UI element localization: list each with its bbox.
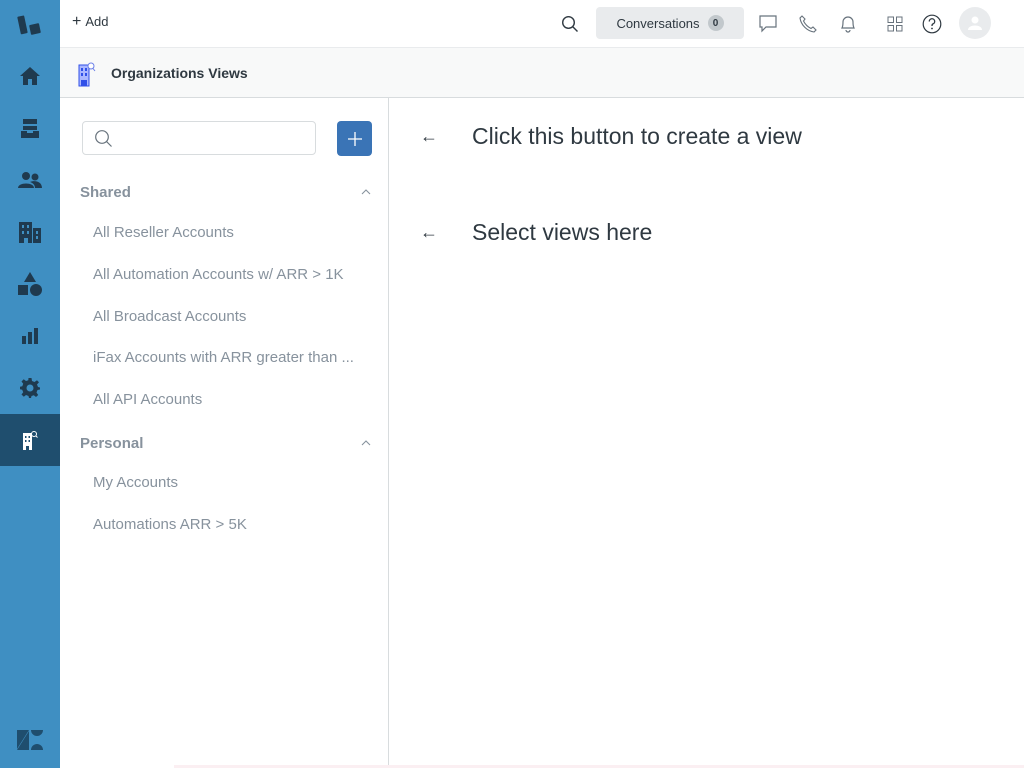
chevron-up-icon	[361, 189, 371, 195]
search-icon	[94, 129, 114, 154]
section-personal-header[interactable]: Personal	[80, 431, 372, 455]
zendesk-logo	[0, 714, 60, 766]
zendesk-logo-icon	[17, 730, 43, 750]
hint-text: Select views here	[472, 219, 653, 245]
shapes-icon	[18, 272, 42, 296]
nav-home[interactable]	[0, 50, 60, 102]
conversations-button[interactable]: Conversations 0	[596, 7, 744, 39]
view-item[interactable]: My Accounts	[93, 472, 375, 494]
product-logo[interactable]	[0, 0, 60, 52]
plus-icon	[347, 131, 362, 146]
view-item[interactable]: iFax Accounts with ARR greater than ...	[93, 347, 375, 369]
nav-admin[interactable]	[0, 362, 60, 414]
building-search-icon	[23, 431, 38, 450]
arrow-left-icon: ←	[420, 126, 438, 146]
page-header: Organizations Views	[60, 48, 1024, 98]
user-avatar[interactable]	[959, 7, 991, 39]
chevron-up-icon	[361, 440, 371, 446]
users-icon	[18, 172, 42, 188]
plus-icon: +	[72, 12, 82, 30]
apps-button[interactable]	[883, 12, 907, 36]
arrow-left-icon: ←	[420, 222, 438, 242]
section-shared-label: Shared	[80, 183, 131, 201]
views-sidebar: Shared All Reseller Accounts All Automat…	[60, 98, 389, 768]
help-button[interactable]	[920, 12, 944, 36]
section-personal-label: Personal	[80, 434, 144, 452]
chat-icon	[759, 15, 777, 33]
view-item[interactable]: Automations ARR > 5K	[93, 514, 375, 536]
nav-reporting[interactable]	[0, 310, 60, 362]
view-item[interactable]: All Broadcast Accounts	[93, 306, 375, 328]
nav-customers[interactable]	[0, 154, 60, 206]
avatar-icon	[968, 16, 982, 30]
search-icon	[561, 15, 578, 32]
nav-objects[interactable]	[0, 258, 60, 310]
help-icon	[922, 14, 942, 34]
nav-organization-views[interactable]	[0, 414, 60, 466]
hint-text: Click this button to create a view	[472, 123, 802, 149]
search-button[interactable]	[558, 12, 582, 36]
bell-icon	[841, 16, 855, 33]
add-button[interactable]: + Add	[72, 12, 109, 30]
view-item[interactable]: All Automation Accounts w/ ARR > 1K	[93, 264, 375, 286]
section-shared-header[interactable]: Shared	[80, 180, 372, 204]
chat-button[interactable]	[756, 12, 780, 36]
gear-icon	[20, 378, 40, 398]
inbox-stack-icon	[21, 119, 39, 138]
views-search-input[interactable]	[119, 122, 309, 154]
view-item[interactable]: All API Accounts	[93, 389, 375, 411]
apps-grid-icon	[887, 16, 903, 32]
nav-views[interactable]	[0, 102, 60, 154]
nav-organizations[interactable]	[0, 206, 60, 258]
view-item[interactable]: All Reseller Accounts	[93, 222, 375, 244]
create-view-button[interactable]	[337, 121, 372, 156]
add-label: Add	[85, 14, 109, 29]
views-search[interactable]	[82, 121, 316, 155]
notifications-button[interactable]	[836, 12, 860, 36]
top-bar: + Add Conversations 0	[60, 0, 1024, 48]
primary-nav	[0, 0, 60, 768]
conversations-label: Conversations	[616, 15, 700, 31]
create-view-hint: ← Click this button to create a view	[420, 123, 802, 150]
phone-button[interactable]	[796, 12, 820, 36]
phone-icon	[799, 15, 817, 33]
conversations-count-badge: 0	[707, 15, 724, 31]
bar-chart-icon	[22, 328, 38, 344]
main-content: ← Click this button to create a view ← S…	[390, 98, 1024, 768]
page-title: Organizations Views	[111, 65, 248, 81]
building-icon	[19, 222, 41, 243]
select-views-hint: ← Select views here	[420, 219, 652, 246]
zendesk-product-logo-icon	[17, 15, 41, 35]
organization-views-icon	[78, 61, 96, 92]
home-icon	[20, 67, 40, 85]
